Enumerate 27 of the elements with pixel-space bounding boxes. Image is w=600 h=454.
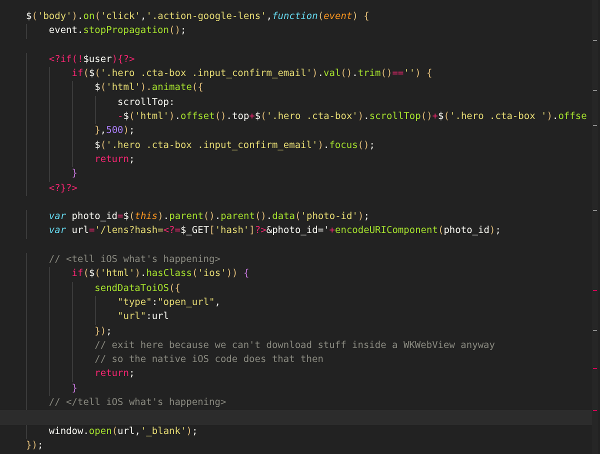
code-line: } [70,382,78,396]
code-line: }); [26,438,44,453]
code-line: // <tell iOS what's happening> [48,253,220,268]
code-line: },500); [94,124,135,138]
code-line: var url='/lens?hash=<?=$_GET['hash']?>&photo_id='+encodeURIComponent(photo_id); [48,224,501,238]
code-line: <?}?> [48,182,78,196]
code-line: scrollTop: [116,96,175,110]
code-line: event.stopPropagation(); [48,24,186,38]
code-line: if($('html').hasClass('ios')) { [70,267,250,282]
code-line: $('body').on('click','.action-google-lens',function(event) { [26,10,370,24]
code-line: window.open(url,'_blank'); [48,424,198,439]
code-line: <?if(!$user){?> [48,52,135,67]
code-line: $('.hero .cta-box .input_confirm_email').focus(); [94,138,375,153]
code-line: // </tell iOS what's happening> [48,396,226,410]
code-line: $('html').animate({ [94,81,204,96]
code-line: "type":"open_url", [116,296,221,310]
code-line: } [70,167,78,182]
code-line: return; [94,367,135,382]
code-line: // so the native iOS code does that then [94,353,324,368]
code-line: }); [94,324,112,339]
code-line: "url":url [116,310,169,324]
code-line: var photo_id=$(this).parent().parent().data('photo-id'); [48,210,370,224]
code-line: return; [94,152,135,167]
code-line: -$('html').offset().top+$('.hero .cta-box').scrollTop()+$('.hero .cta-box ').offse [116,110,587,124]
code-line: // exit here because we can't download stuff inside a WKWebView anyway [94,338,495,353]
code-line: sendDataToiOS({ [94,282,180,296]
code-line: if($('.hero .cta-box .input_confirm_email').val().trim()=='') { [70,67,432,82]
